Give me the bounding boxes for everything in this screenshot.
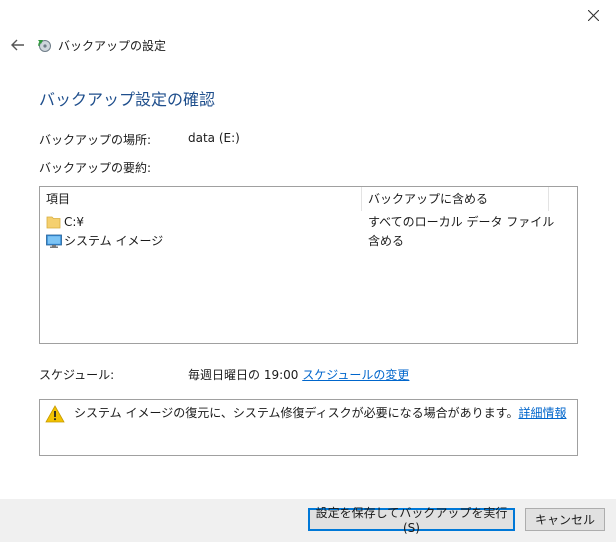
summary-label: バックアップの要約:	[39, 161, 152, 175]
cancel-button[interactable]: キャンセル	[525, 508, 605, 531]
list-item-include: すべてのローカル データ ファイル	[368, 215, 555, 229]
column-header-item[interactable]: 項目	[46, 187, 70, 211]
schedule-row: 毎週日曜日の 19:00 スケジュールの変更	[188, 366, 409, 383]
warning-message: システム イメージの復元に、システム修復ディスクが必要になる場合があります。詳細…	[74, 404, 566, 421]
warning-icon	[45, 405, 65, 423]
summary-list[interactable]: 項目 バックアップに含める C:¥ すべてのローカル データ ファイル システム…	[39, 186, 578, 344]
more-info-link[interactable]: 詳細情報	[518, 406, 566, 420]
column-divider[interactable]	[361, 187, 362, 211]
column-divider[interactable]	[548, 187, 549, 211]
close-button[interactable]	[570, 0, 616, 30]
column-header-include[interactable]: バックアップに含める	[368, 187, 488, 211]
close-icon	[587, 9, 599, 21]
warning-box: システム イメージの復元に、システム修復ディスクが必要になる場合があります。詳細…	[39, 399, 578, 456]
list-header: 項目 バックアップに含める	[40, 187, 577, 211]
list-item-name: システム イメージ	[64, 234, 164, 248]
list-item-name: C:¥	[64, 214, 85, 229]
footer-bar: 設定を保存してバックアップを実行(S) キャンセル	[0, 499, 616, 542]
nav-bar: バックアップの設定	[8, 34, 166, 56]
location-value: data (E:)	[188, 131, 240, 145]
change-schedule-link[interactable]: スケジュールの変更	[302, 368, 409, 382]
backup-restore-icon	[38, 40, 51, 52]
schedule-label: スケジュール:	[39, 368, 115, 382]
warning-text: システム イメージの復元に、システム修復ディスクが必要になる場合があります。	[74, 406, 519, 420]
folder-icon	[46, 214, 62, 230]
back-button[interactable]	[8, 35, 28, 55]
list-item[interactable]: C:¥ すべてのローカル データ ファイル	[40, 212, 577, 231]
list-item[interactable]: システム イメージ 含める	[40, 231, 577, 250]
location-label: バックアップの場所:	[39, 133, 152, 147]
page-title: バックアップ設定の確認	[39, 90, 216, 109]
list-item-include: 含める	[368, 234, 405, 248]
save-and-run-button[interactable]: 設定を保存してバックアップを実行(S)	[308, 506, 515, 535]
monitor-icon	[46, 233, 62, 249]
schedule-value: 毎週日曜日の 19:00	[188, 368, 299, 382]
nav-title: バックアップの設定	[58, 38, 167, 53]
back-arrow-icon	[11, 39, 24, 51]
